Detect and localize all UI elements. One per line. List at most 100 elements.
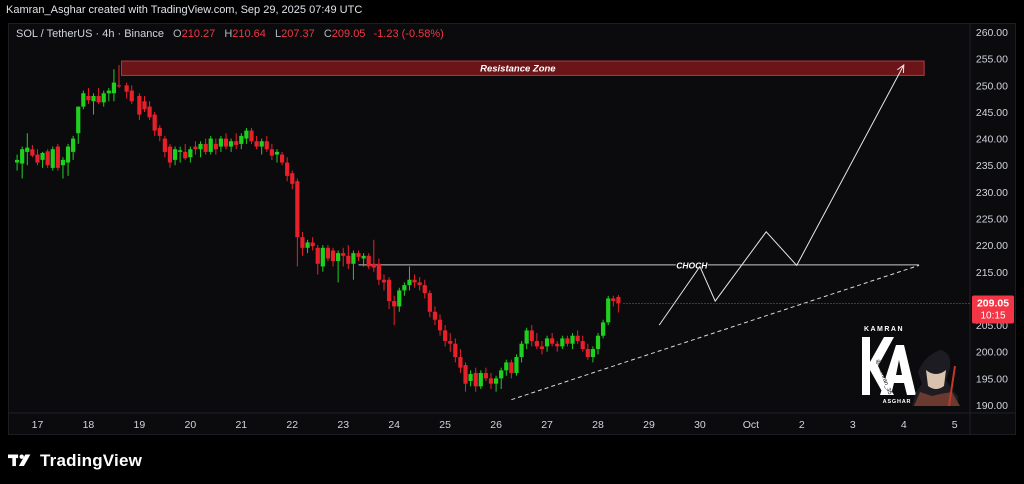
- candle-body[interactable]: [534, 341, 539, 347]
- candle-body[interactable]: [279, 154, 285, 163]
- candle-body[interactable]: [50, 149, 55, 168]
- candle-body[interactable]: [458, 357, 463, 368]
- candle-body[interactable]: [269, 149, 274, 156]
- candle-body[interactable]: [218, 138, 224, 147]
- candle-body[interactable]: [509, 362, 514, 374]
- candle-body[interactable]: [40, 152, 45, 160]
- candle-body[interactable]: [519, 343, 524, 358]
- candle-body[interactable]: [234, 141, 239, 145]
- candle-body[interactable]: [101, 93, 106, 103]
- candle-body[interactable]: [336, 253, 341, 262]
- candle-body[interactable]: [427, 293, 432, 312]
- candle-body[interactable]: [91, 95, 96, 102]
- candle-body[interactable]: [96, 95, 101, 103]
- candle-body[interactable]: [188, 149, 193, 158]
- candle-body[interactable]: [437, 319, 443, 331]
- candle-body[interactable]: [295, 181, 300, 238]
- candle-body[interactable]: [412, 279, 417, 283]
- candle-body[interactable]: [392, 301, 397, 307]
- candle-body[interactable]: [453, 343, 458, 358]
- candle-body[interactable]: [361, 255, 366, 259]
- candle-body[interactable]: [14, 159, 20, 163]
- candle-body[interactable]: [371, 263, 376, 268]
- candle-body[interactable]: [116, 85, 122, 87]
- candle-body[interactable]: [555, 343, 560, 347]
- candle-body[interactable]: [315, 247, 320, 264]
- candle-body[interactable]: [330, 250, 336, 262]
- candle-body[interactable]: [422, 285, 427, 294]
- candle-body[interactable]: [55, 146, 60, 168]
- candle-body[interactable]: [499, 370, 504, 379]
- candle-body[interactable]: [65, 146, 71, 163]
- candle-body[interactable]: [254, 141, 259, 147]
- candle-body[interactable]: [71, 138, 76, 152]
- candle-body[interactable]: [249, 130, 254, 142]
- candle-body[interactable]: [290, 173, 295, 184]
- candle-body[interactable]: [106, 90, 111, 94]
- candle-body[interactable]: [514, 357, 519, 374]
- candle-body[interactable]: [580, 341, 585, 350]
- candle-body[interactable]: [213, 143, 218, 150]
- candle-body[interactable]: [351, 253, 356, 264]
- candle-body[interactable]: [585, 349, 590, 358]
- candle-body[interactable]: [463, 365, 468, 384]
- candle-body[interactable]: [244, 130, 249, 139]
- candle-body[interactable]: [570, 335, 575, 344]
- candle-body[interactable]: [325, 247, 331, 259]
- candle-body[interactable]: [386, 279, 392, 302]
- candle-body[interactable]: [478, 373, 483, 387]
- candle-body[interactable]: [524, 330, 529, 344]
- candle-body[interactable]: [172, 149, 178, 160]
- candle-body[interactable]: [167, 146, 173, 163]
- candle-body[interactable]: [381, 279, 387, 283]
- candle-body[interactable]: [45, 151, 50, 166]
- candle-body[interactable]: [417, 282, 422, 286]
- candle-body[interactable]: [162, 138, 167, 152]
- candle-body[interactable]: [310, 242, 315, 247]
- candle-body[interactable]: [147, 106, 152, 118]
- candle-body[interactable]: [504, 362, 509, 371]
- candle-body[interactable]: [124, 85, 129, 92]
- candle-body[interactable]: [595, 335, 601, 350]
- candle-body[interactable]: [178, 150, 183, 152]
- candle-body[interactable]: [60, 159, 66, 166]
- candle-body[interactable]: [483, 373, 489, 379]
- candle-body[interactable]: [575, 335, 580, 342]
- candle-body[interactable]: [606, 298, 611, 323]
- candle-body[interactable]: [285, 162, 290, 176]
- candle-body[interactable]: [341, 253, 346, 256]
- candle-body[interactable]: [259, 141, 264, 147]
- candle-body[interactable]: [601, 322, 606, 336]
- candle-body[interactable]: [493, 378, 499, 384]
- candle-body[interactable]: [35, 154, 40, 163]
- candle-body[interactable]: [193, 146, 198, 150]
- candle-body[interactable]: [274, 151, 280, 155]
- candle-body[interactable]: [229, 141, 234, 147]
- candle-body[interactable]: [320, 247, 325, 267]
- candle-body[interactable]: [611, 298, 616, 302]
- candle-body[interactable]: [402, 285, 407, 291]
- candle-body[interactable]: [544, 338, 550, 347]
- candle-body[interactable]: [20, 149, 25, 164]
- candle-body[interactable]: [376, 263, 381, 280]
- candle-body[interactable]: [239, 135, 244, 144]
- candle-body[interactable]: [223, 138, 229, 147]
- candle-body[interactable]: [198, 143, 203, 150]
- candle-body[interactable]: [448, 341, 453, 344]
- candle-body[interactable]: [565, 338, 570, 344]
- candle-body[interactable]: [560, 338, 565, 347]
- candle-body[interactable]: [81, 93, 86, 107]
- candle-body[interactable]: [129, 90, 134, 102]
- candle-body[interactable]: [137, 95, 142, 115]
- candle-body[interactable]: [264, 141, 269, 150]
- candle-body[interactable]: [473, 373, 478, 387]
- candle-body[interactable]: [590, 349, 596, 358]
- candle-body[interactable]: [468, 374, 473, 382]
- candle-body[interactable]: [203, 143, 208, 152]
- support-trendline[interactable]: [511, 264, 920, 401]
- candle-body[interactable]: [25, 147, 30, 152]
- candle-body[interactable]: [300, 237, 305, 248]
- candle-body[interactable]: [142, 101, 147, 110]
- candle-body[interactable]: [208, 138, 213, 152]
- candle-body[interactable]: [76, 106, 81, 134]
